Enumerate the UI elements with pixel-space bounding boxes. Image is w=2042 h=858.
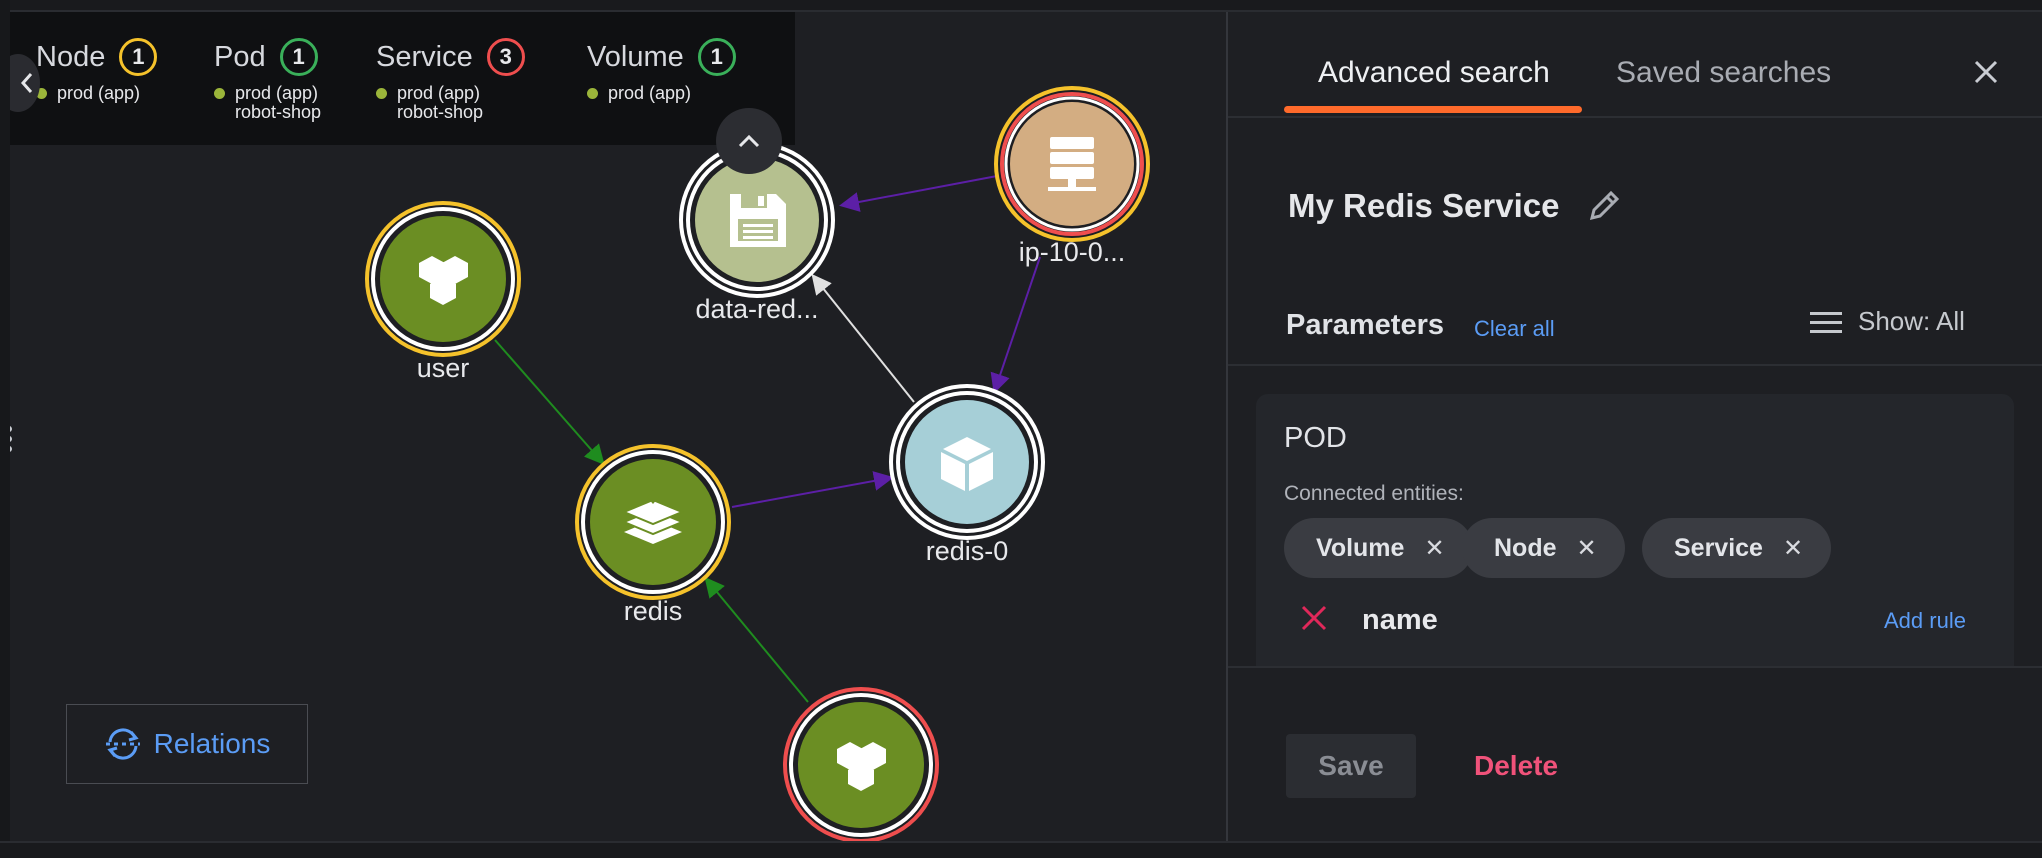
add-rule-link[interactable]: Add rule bbox=[1884, 608, 1966, 634]
legend-node-count: 1 bbox=[119, 38, 158, 76]
left-border bbox=[0, 0, 10, 856]
floppy-disk-icon bbox=[730, 194, 786, 247]
bottom-border bbox=[0, 841, 2042, 858]
delete-x-icon bbox=[1301, 605, 1327, 631]
drag-dots-icon bbox=[10, 426, 12, 452]
relations-label: Relations bbox=[153, 728, 271, 759]
legend-volume-count: 1 bbox=[697, 38, 736, 76]
connected-entities-label: Connected entities: bbox=[1284, 482, 1464, 505]
top-border bbox=[0, 0, 2042, 12]
parameters-title: Parameters bbox=[1286, 309, 1444, 341]
graph-canvas[interactable]: user data-red... ip-10-0... redis redis-… bbox=[10, 12, 1226, 841]
graph-node-pod-bottom[interactable] bbox=[783, 687, 939, 841]
clear-all-link[interactable]: Clear all bbox=[1474, 316, 1555, 342]
entity-card-pod: POD Connected entities: Volume ✕ Node ✕ … bbox=[1256, 394, 2014, 666]
status-dot bbox=[587, 88, 598, 99]
resize-handle[interactable] bbox=[10, 424, 16, 454]
entity-legend: Node 1 prod (app) Pod 1 prod (app) robot… bbox=[10, 12, 795, 145]
edge-redis0-data bbox=[811, 273, 915, 403]
legend-node[interactable]: Node 1 prod (app) bbox=[36, 38, 158, 103]
close-icon bbox=[1974, 60, 1998, 84]
legend-pod-line-2: robot-shop bbox=[235, 102, 322, 122]
edge-redis-redis0 bbox=[731, 471, 894, 508]
edit-name-button[interactable] bbox=[1584, 186, 1624, 226]
panel-footer: Save Delete bbox=[1228, 666, 2042, 843]
advanced-search-panel: Advanced search Saved searches My Redis … bbox=[1226, 12, 2042, 843]
node-label-ip: ip-10-0... bbox=[1018, 237, 1126, 267]
graph-node-user[interactable] bbox=[365, 201, 521, 357]
status-dot bbox=[376, 88, 387, 99]
chevron-left-icon bbox=[20, 73, 33, 93]
chip-node: Node ✕ bbox=[1462, 518, 1625, 578]
chip-volume: Volume ✕ bbox=[1284, 518, 1473, 578]
legend-service-count: 3 bbox=[486, 38, 525, 76]
legend-pod[interactable]: Pod 1 prod (app) robot-shop bbox=[214, 38, 321, 122]
legend-service-label: Service bbox=[376, 40, 473, 73]
node-label-redis-0: redis-0 bbox=[925, 536, 1009, 566]
collapse-legend-button[interactable] bbox=[716, 108, 782, 174]
legend-node-label: Node bbox=[36, 40, 106, 73]
rule-field-name: name bbox=[1362, 604, 1438, 636]
chip-node-label: Node bbox=[1494, 533, 1557, 562]
legend-node-line-1: prod (app) bbox=[57, 83, 141, 103]
entity-type-title: POD bbox=[1284, 422, 1347, 454]
remove-node-icon[interactable]: ✕ bbox=[1577, 534, 1597, 563]
remove-volume-icon[interactable]: ✕ bbox=[1424, 534, 1444, 563]
parameters-header: Parameters Clear all Show: All bbox=[1228, 272, 2042, 366]
legend-service-line-2: robot-shop bbox=[397, 102, 484, 122]
legend-pod-count: 1 bbox=[279, 38, 318, 76]
menu-lines-icon bbox=[1810, 311, 1842, 333]
node-label-data-redis: data-red... bbox=[695, 294, 819, 324]
node-label-redis: redis bbox=[623, 596, 683, 626]
remove-service-icon[interactable]: ✕ bbox=[1783, 534, 1803, 563]
show-filter-label: Show: All bbox=[1858, 306, 1965, 336]
status-dot bbox=[214, 88, 225, 99]
legend-service[interactable]: Service 3 prod (app) robot-shop bbox=[376, 38, 525, 122]
legend-service-line-1: prod (app) bbox=[397, 83, 481, 103]
edge-bottom-redis bbox=[704, 576, 809, 703]
chevron-up-icon bbox=[738, 134, 760, 148]
edge-ip-redis0 bbox=[990, 256, 1041, 394]
graph-node-redis-0[interactable] bbox=[889, 384, 1045, 540]
close-panel-button[interactable] bbox=[1968, 54, 2004, 90]
relations-button[interactable]: Relations bbox=[66, 704, 308, 784]
chip-service-label: Service bbox=[1674, 533, 1763, 562]
edge-ip-data bbox=[839, 175, 998, 212]
tab-advanced-search[interactable]: Advanced search bbox=[1318, 56, 1550, 90]
remove-rule-button[interactable] bbox=[1300, 604, 1328, 632]
chip-volume-label: Volume bbox=[1316, 533, 1405, 562]
panel-tabs: Advanced search Saved searches bbox=[1228, 12, 2042, 118]
pencil-icon bbox=[1589, 190, 1620, 221]
save-button[interactable]: Save bbox=[1286, 734, 1416, 798]
tab-saved-searches[interactable]: Saved searches bbox=[1616, 56, 1831, 90]
parameters-scroll-area[interactable]: POD Connected entities: Volume ✕ Node ✕ … bbox=[1228, 366, 2042, 666]
legend-volume-label: Volume bbox=[587, 40, 684, 73]
saved-search-name: My Redis Service bbox=[1288, 187, 1560, 224]
edge-user-redis bbox=[494, 339, 605, 466]
relations-icon bbox=[105, 728, 140, 760]
legend-pod-line-1: prod (app) bbox=[235, 83, 319, 103]
graph-node-redis[interactable] bbox=[575, 444, 731, 600]
chip-service: Service ✕ bbox=[1642, 518, 1832, 578]
node-label-user: user bbox=[416, 353, 470, 383]
graph-node-ip[interactable] bbox=[994, 86, 1150, 242]
legend-volume-line-1: prod (app) bbox=[608, 83, 692, 103]
show-filter-button[interactable]: Show: All bbox=[1810, 306, 1965, 337]
legend-pod-label: Pod bbox=[214, 40, 266, 73]
legend-volume[interactable]: Volume 1 prod (app) bbox=[587, 38, 736, 103]
active-tab-indicator bbox=[1284, 106, 1582, 113]
delete-button[interactable]: Delete bbox=[1474, 734, 1558, 798]
